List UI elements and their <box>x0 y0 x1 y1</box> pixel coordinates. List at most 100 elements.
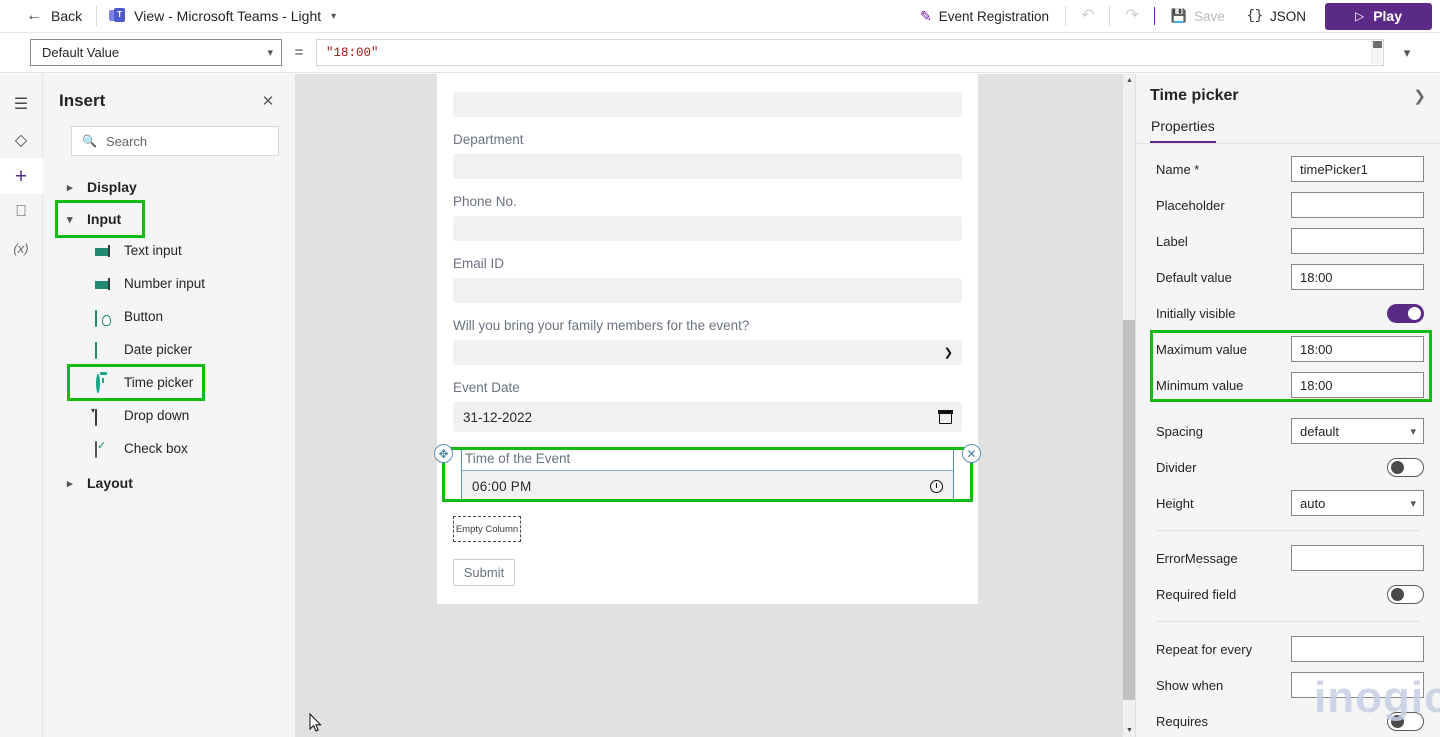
component-check-box[interactable]: Check box <box>43 432 295 465</box>
placeholder-field[interactable] <box>1291 192 1424 218</box>
time-picker-value: 06:00 PM <box>472 478 532 494</box>
play-triangle-icon: ▷ <box>1354 9 1365 23</box>
tab-properties[interactable]: Properties <box>1150 114 1216 143</box>
field-date-event-date[interactable]: 31-12-2022 <box>453 402 962 432</box>
caret-down-icon[interactable]: ▼ <box>1123 724 1135 737</box>
text-input-icon <box>95 243 114 259</box>
hamburger-menu-icon[interactable]: ☰ <box>0 86 43 122</box>
left-icon-rail: ☰ ◇ + ⎕ (x) <box>0 74 43 737</box>
required-field-toggle[interactable] <box>1387 584 1424 604</box>
insert-panel-header: Insert ✕ <box>43 74 295 122</box>
name-field[interactable]: timePicker1 <box>1291 156 1424 182</box>
maximum-value-field[interactable]: 18:00 <box>1291 336 1424 362</box>
button-icon <box>95 309 114 327</box>
chevron-down-icon: ▾ <box>1410 497 1416 510</box>
property-key: Maximum value <box>1156 341 1248 357</box>
checkbox-icon <box>95 440 114 458</box>
height-dropdown[interactable]: auto ▾ <box>1291 490 1424 516</box>
field-input-department[interactable] <box>453 154 962 179</box>
property-key: ErrorMessage <box>1156 550 1238 566</box>
property-row-minimum-value: Minimum value 18:00 <box>1136 367 1440 403</box>
field-label-phone: Phone No. <box>453 194 517 209</box>
field-input-email[interactable] <box>453 278 962 303</box>
formula-expand-button[interactable]: ▾ <box>1384 45 1430 61</box>
default-value-field[interactable]: 18:00 <box>1291 264 1424 290</box>
app-name-button[interactable]: ✎ Event Registration <box>909 0 1060 33</box>
component-text-input[interactable]: Text input <box>43 234 295 267</box>
field-input-0[interactable] <box>453 92 962 117</box>
chevron-down-icon: ❯ <box>943 347 953 359</box>
component-label: Check box <box>124 441 188 456</box>
json-button[interactable]: {} JSON <box>1236 0 1317 33</box>
field-date-value: 31-12-2022 <box>463 409 533 425</box>
spacing-dropdown[interactable]: default ▾ <box>1291 418 1424 444</box>
delete-circle-icon[interactable]: ✕ <box>962 444 981 463</box>
design-canvas[interactable]: Department Phone No. Email ID Will you b… <box>296 74 1135 737</box>
empty-column-placeholder[interactable]: Empty Column <box>453 516 521 542</box>
initially-visible-toggle[interactable] <box>1387 303 1424 323</box>
calendar-icon[interactable] <box>938 409 953 424</box>
property-row-required-field: Required field <box>1136 576 1440 612</box>
undo-icon[interactable]: ↶ <box>1071 8 1104 24</box>
back-label: Back <box>51 8 83 24</box>
canvas-scrollbar[interactable]: ▲ ▼ <box>1122 74 1135 737</box>
selected-time-picker-wrapper[interactable]: ✥ ✕ Time of the Event 06:00 PM <box>434 444 981 502</box>
formula-value: "18:00" <box>326 45 379 60</box>
field-input-phone[interactable] <box>453 216 962 241</box>
chevron-down-icon: ▾ <box>67 213 73 226</box>
property-row-divider: Divider <box>1136 449 1440 485</box>
property-key: Height <box>1156 495 1194 511</box>
component-drop-down[interactable]: Drop down <box>43 399 295 432</box>
property-key: Required field <box>1156 586 1237 602</box>
redo-icon[interactable]: ↷ <box>1115 8 1148 24</box>
field-value: timePicker1 <box>1300 161 1368 177</box>
property-dropdown[interactable]: Default Value ▾ <box>30 39 282 66</box>
group-layout-label: Layout <box>87 475 133 491</box>
group-input[interactable]: ▾ Input <box>43 200 295 238</box>
group-layout[interactable]: ▸ Layout <box>43 468 295 498</box>
teams-icon: T <box>109 8 126 24</box>
component-number-input[interactable]: Number input <box>43 267 295 300</box>
component-time-picker[interactable]: Time picker <box>43 364 295 401</box>
component-label: Text input <box>124 243 182 258</box>
field-select-family[interactable]: ❯ <box>453 340 962 365</box>
minimum-value-field[interactable]: 18:00 <box>1291 372 1424 398</box>
divider-toggle[interactable] <box>1387 457 1424 477</box>
error-message-field[interactable] <box>1291 545 1424 571</box>
properties-body: Name * timePicker1 Placeholder Label Def… <box>1136 144 1440 737</box>
clock-icon[interactable] <box>930 479 943 493</box>
layers-icon[interactable]: ◇ <box>0 122 43 158</box>
repeat-for-every-field[interactable] <box>1291 636 1424 662</box>
curly-braces-icon: {} <box>1246 8 1263 24</box>
property-key: Divider <box>1156 459 1197 475</box>
database-icon[interactable]: ⎕ <box>0 194 43 230</box>
component-date-picker[interactable]: Date picker <box>43 333 295 366</box>
search-input[interactable]: 🔍 <box>71 126 279 156</box>
move-handle-icon[interactable]: ✥ <box>434 444 453 463</box>
formula-scrollbar[interactable] <box>1371 41 1382 64</box>
group-display[interactable]: ▸ Display <box>43 172 295 202</box>
search-field[interactable] <box>105 133 268 149</box>
close-icon[interactable]: ✕ <box>257 90 279 112</box>
property-row-label: Label <box>1136 223 1440 259</box>
insert-add-icon[interactable]: + <box>0 158 43 194</box>
scrollbar-thumb[interactable] <box>1123 320 1135 700</box>
time-picker-field[interactable]: 06:00 PM <box>462 470 953 501</box>
variables-icon[interactable]: (x) <box>0 230 43 266</box>
insert-panel-title: Insert <box>59 91 106 110</box>
view-theme-selector[interactable]: T View - Microsoft Teams - Light ▾ <box>97 0 348 33</box>
form-card: Department Phone No. Email ID Will you b… <box>434 74 981 604</box>
time-picker-control[interactable]: Time of the Event 06:00 PM <box>461 447 954 502</box>
component-button[interactable]: Button <box>43 300 295 333</box>
chevron-right-icon[interactable]: ❯ <box>1413 87 1426 105</box>
save-button[interactable]: 💾 Save <box>1160 0 1236 33</box>
submit-button[interactable]: Submit <box>453 559 515 586</box>
label-field[interactable] <box>1291 228 1424 254</box>
property-row-default-value: Default value 18:00 <box>1136 259 1440 295</box>
number-input-icon <box>95 276 114 292</box>
back-button[interactable]: ← Back <box>0 0 96 33</box>
caret-up-icon[interactable]: ▲ <box>1123 74 1135 87</box>
play-button[interactable]: ▷ Play <box>1325 2 1432 30</box>
formula-input[interactable]: "18:00" <box>316 39 1384 66</box>
divider <box>1153 7 1155 25</box>
